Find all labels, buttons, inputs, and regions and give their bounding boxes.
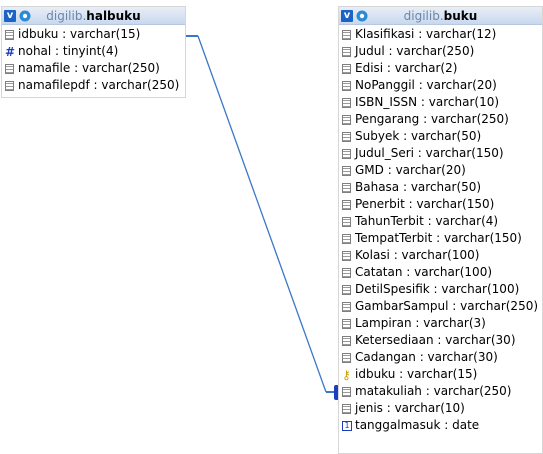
column-label: tanggalmasuk : date [355,418,480,432]
column-icon [342,250,351,261]
column-label: Pengarang : varchar(250) [355,112,509,126]
table-buku[interactable]: v digilib.buku Klasifikasi : varchar(12)… [338,6,543,454]
column-label: Bahasa : varchar(50) [355,180,482,194]
key-icon: ⚷ [342,367,351,382]
column-row[interactable]: idbuku : varchar(15) [2,26,185,43]
column-label: Edisi : varchar(2) [355,61,458,75]
column-label: Ketersediaan : varchar(30) [355,333,516,347]
column-icon [5,80,14,91]
date-icon: 1 [342,420,352,431]
column-row[interactable]: 1 tanggalmasuk : date [339,417,542,434]
column-label: GambarSampul : varchar(250) [355,299,539,313]
column-label: matakuliah : varchar(250) [355,384,512,398]
column-row[interactable]: # nohal : tinyint(4) [2,43,185,60]
column-row[interactable]: DetilSpesifik : varchar(100) [339,281,542,298]
column-label: nohal : tinyint(4) [18,44,119,58]
column-icon [342,403,351,414]
column-row[interactable]: Penerbit : varchar(150) [339,196,542,213]
column-icon [342,148,351,159]
column-row[interactable]: TempatTerbit : varchar(150) [339,230,542,247]
column-label: GMD : varchar(20) [355,163,466,177]
column-label: Catatan : varchar(100) [355,265,493,279]
column-label: namafile : varchar(250) [18,61,160,75]
column-label: NoPanggil : varchar(20) [355,78,497,92]
table-name: halbuku [86,9,141,23]
column-row[interactable]: namafile : varchar(250) [2,60,185,77]
column-icon [342,233,351,244]
column-label: idbuku : varchar(15) [355,367,478,381]
column-label: DetilSpesifik : varchar(100) [355,282,520,296]
column-icon [342,386,351,397]
column-label: TahunTerbit : varchar(4) [355,214,499,228]
schema-name: digilib [403,9,440,23]
column-list: Klasifikasi : varchar(12) Judul : varchar… [339,25,542,434]
column-icon [342,352,351,363]
column-icon [5,63,14,74]
column-row[interactable]: namafilepdf : varchar(250) [2,77,185,94]
table-title: digilib.buku [403,9,478,23]
column-icon [342,301,351,312]
column-icon [342,80,351,91]
column-label: idbuku : varchar(15) [18,27,141,41]
column-icon [5,29,14,40]
column-row[interactable]: Lampiran : varchar(3) [339,315,542,332]
column-row[interactable]: jenis : varchar(10) [339,400,542,417]
column-icon [342,216,351,227]
column-icon [342,97,351,108]
table-name: buku [443,9,478,23]
column-row[interactable]: Subyek : varchar(50) [339,128,542,145]
table-header[interactable]: v digilib.halbuku [2,7,185,25]
column-row[interactable]: ISBN_ISSN : varchar(10) [339,94,542,111]
column-row[interactable]: matakuliah : varchar(250) [339,383,542,400]
column-icon [342,182,351,193]
column-icon [342,114,351,125]
column-row[interactable]: Cadangan : varchar(30) [339,349,542,366]
column-icon [342,46,351,57]
column-label: Lampiran : varchar(3) [355,316,486,330]
table-header[interactable]: v digilib.buku [339,7,542,25]
column-icon [342,267,351,278]
column-row[interactable]: GambarSampul : varchar(250) [339,298,542,315]
column-label: namafilepdf : varchar(250) [18,78,180,92]
table-title: digilib.halbuku [46,9,141,23]
column-label: Judul_Seri : varchar(150) [355,146,504,160]
column-row[interactable]: ⚷ idbuku : varchar(15) [339,366,542,383]
column-row[interactable]: Klasifikasi : varchar(12) [339,26,542,43]
column-label: Penerbit : varchar(150) [355,197,495,211]
column-row[interactable]: TahunTerbit : varchar(4) [339,213,542,230]
column-icon [342,335,351,346]
column-icon [342,284,351,295]
column-row[interactable]: Judul_Seri : varchar(150) [339,145,542,162]
column-row[interactable]: Catatan : varchar(100) [339,264,542,281]
column-row[interactable]: Judul : varchar(250) [339,43,542,60]
column-row[interactable]: Ketersediaan : varchar(30) [339,332,542,349]
column-icon [342,199,351,210]
column-list: idbuku : varchar(15) # nohal : tinyint(4) n… [2,25,185,94]
column-icon [342,63,351,74]
column-label: Klasifikasi : varchar(12) [355,27,497,41]
column-label: ISBN_ISSN : varchar(10) [355,95,500,109]
column-row[interactable]: Edisi : varchar(2) [339,60,542,77]
column-row[interactable]: GMD : varchar(20) [339,162,542,179]
column-label: Judul : varchar(250) [355,44,475,58]
schema-name: digilib [46,9,83,23]
table-halbuku[interactable]: v digilib.halbuku idbuku : varchar(15) # n… [1,6,186,98]
column-row[interactable]: NoPanggil : varchar(20) [339,77,542,94]
column-label: Kolasi : varchar(100) [355,248,480,262]
column-label: Cadangan : varchar(30) [355,350,498,364]
column-icon [342,29,351,40]
column-row[interactable]: Pengarang : varchar(250) [339,111,542,128]
column-icon [342,131,351,142]
column-label: TempatTerbit : varchar(150) [355,231,522,245]
numeric-icon: # [5,44,16,59]
column-icon [342,318,351,329]
column-icon [342,165,351,176]
column-label: Subyek : varchar(50) [355,129,482,143]
column-row[interactable]: Bahasa : varchar(50) [339,179,542,196]
column-label: jenis : varchar(10) [355,401,465,415]
column-row[interactable]: Kolasi : varchar(100) [339,247,542,264]
